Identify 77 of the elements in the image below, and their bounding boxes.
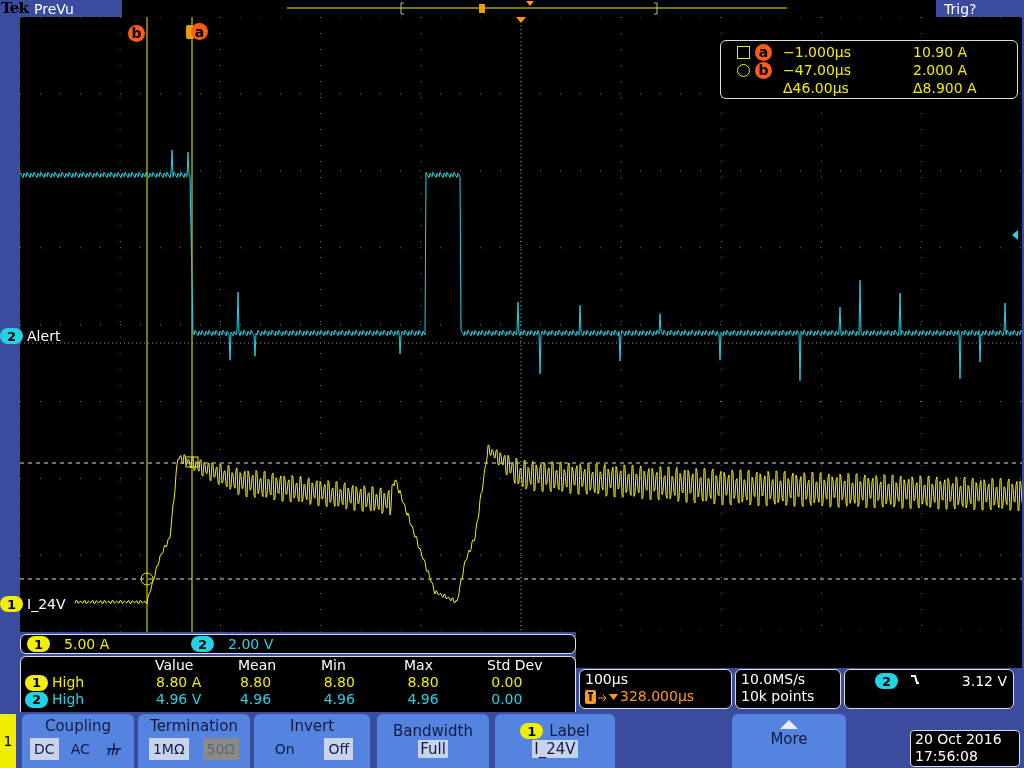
sample-rate: 10.0MS/s <box>741 671 807 688</box>
channel-badge: 2 <box>0 328 24 344</box>
menu-button[interactable]: Invert On Off <box>254 714 370 768</box>
measurement-cell-text: 8.80 <box>239 674 273 691</box>
trigger-level-icon <box>1012 230 1018 240</box>
menu-option[interactable]: Off <box>324 738 354 760</box>
column-header: Mean <box>237 657 278 674</box>
cursor-marker: b <box>755 61 772 79</box>
square-icon <box>737 45 750 59</box>
measurement-cell-text: 0.00 <box>491 674 524 691</box>
menu-option[interactable]: On <box>270 738 299 760</box>
channel-scale: 5.00 A <box>64 637 110 651</box>
channel-badge: 2 <box>25 691 49 708</box>
measurement-cell-text: 8.80 A <box>156 674 203 691</box>
measurement-cell-text: 4.96 V <box>156 691 203 708</box>
mode-label: PreVu <box>34 1 75 16</box>
measurement-type: High <box>52 691 85 708</box>
column-header: Std Dev <box>487 657 544 674</box>
date-text: 20 Oct 2016 <box>915 731 1003 748</box>
trigger-level: 3.12 V <box>961 673 1007 690</box>
column-header: Value <box>154 657 195 674</box>
menu-button[interactable]: Bandwidth Full <box>377 714 489 768</box>
column-header: Max <box>404 657 434 674</box>
menu-value: I_24V <box>532 740 578 758</box>
channel-label: Alert <box>27 329 61 343</box>
trigger-position: 328.000µs <box>620 688 695 705</box>
cursor-square-icon <box>185 456 199 468</box>
measurement-cell-text: 8.80 <box>323 674 356 691</box>
cursor-line[interactable] <box>20 462 1022 464</box>
cursor-time: −1.000µs <box>783 42 852 62</box>
measurement-cell-text: 0.00 <box>491 691 524 708</box>
cursor-label: b <box>128 24 145 42</box>
menu-value: Full <box>418 740 448 758</box>
channel-badge: 1 <box>0 596 24 612</box>
brand-logo: Tek <box>0 1 30 16</box>
measurement-cell-text: 4.96 <box>407 691 440 708</box>
measurement-cell-text: 4.96 <box>323 691 356 708</box>
cursor-label: a <box>191 23 208 40</box>
column-header: Min <box>321 657 347 674</box>
cursor-time: Δ46.00µs <box>783 78 850 98</box>
trigger-position-icon <box>585 689 619 704</box>
channel-badge: 1 <box>25 674 49 691</box>
menu-title: Termination <box>150 716 238 736</box>
channel-label: I_24V <box>27 597 66 611</box>
trigger-status: Trig? <box>943 1 977 16</box>
menu-button[interactable]: 1 Label I_24V <box>495 714 615 768</box>
ground-icon <box>105 742 122 756</box>
menu-title: Label <box>549 722 590 740</box>
record-length: 10k points <box>741 688 816 705</box>
cursor-value: 2.000 A <box>913 60 968 80</box>
menu-button[interactable]: Coupling DC AC <box>22 714 134 768</box>
menu-title: Invert <box>289 716 335 736</box>
channel-badge: 2 <box>191 636 215 652</box>
channel-menu-tab[interactable]: 1 <box>0 714 16 768</box>
menu-option[interactable]: AC <box>66 738 94 760</box>
cursor-marker: a <box>755 43 772 61</box>
measurement-type: High <box>52 674 85 691</box>
channel-badge: 1 <box>520 723 544 739</box>
menu-title: Bandwidth <box>393 722 473 740</box>
cursor-time: −47.00µs <box>783 60 852 80</box>
timebase-scale: 100µs <box>585 671 629 688</box>
menu-option[interactable]: 1MΩ <box>148 738 189 760</box>
channel-scale: 2.00 V <box>228 637 274 651</box>
menu-title: More <box>770 729 808 749</box>
time-text: 17:56:08 <box>915 748 979 765</box>
falling-edge-icon <box>910 673 921 685</box>
cursor-value: 10.90 A <box>913 42 968 62</box>
measurement-cell-text: 4.96 <box>239 691 273 708</box>
cursor-value: Δ8.900 A <box>913 78 977 98</box>
menu-title: Coupling <box>44 716 111 736</box>
channel-badge: 1 <box>27 636 51 652</box>
cursor-circle-icon <box>140 572 154 586</box>
up-triangle-icon <box>780 720 798 729</box>
more-button[interactable]: More <box>732 714 846 768</box>
channel-badge: 2 <box>875 673 899 689</box>
measurement-cell-text: 8.80 <box>407 674 440 691</box>
menu-option[interactable]: DC <box>30 738 59 760</box>
